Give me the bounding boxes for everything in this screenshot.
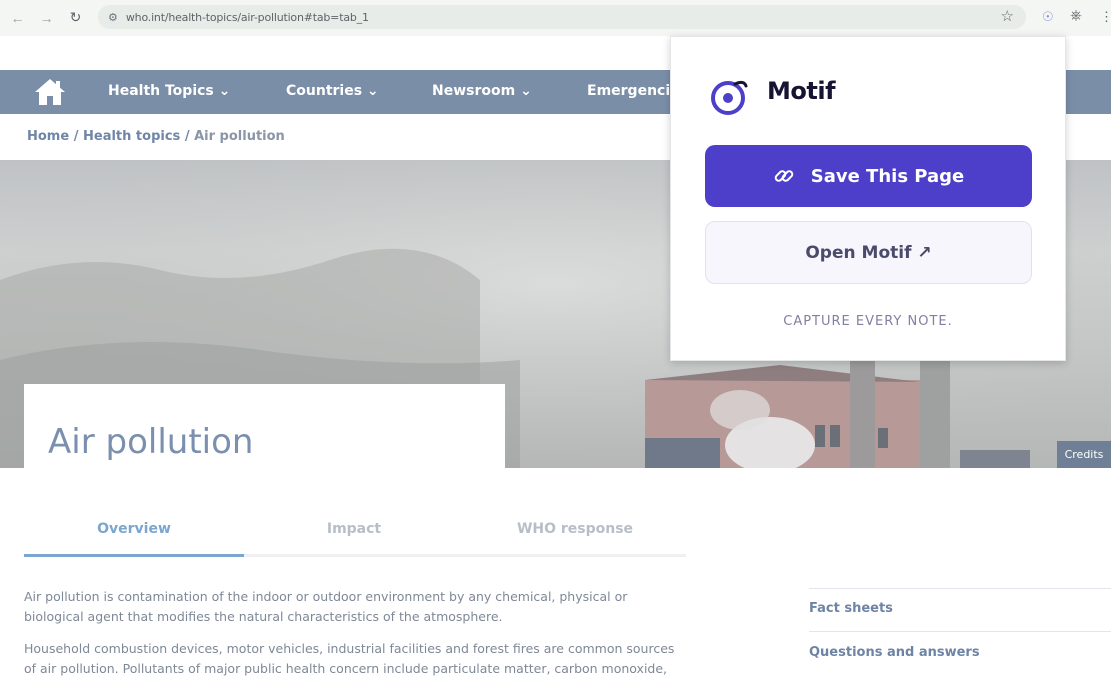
address-bar[interactable]: ⚙ who.int/health-topics/air-pollution#ta… xyxy=(98,5,1026,29)
breadcrumb-current: Air pollution xyxy=(194,129,285,144)
save-this-page-button[interactable]: Save This Page xyxy=(705,145,1032,207)
extensions-puzzle-icon[interactable]: ⎈ xyxy=(1070,7,1082,24)
open-motif-button[interactable]: Open Motif ↗ xyxy=(705,221,1032,284)
overview-paragraph-1: Air pollution is contamination of the in… xyxy=(24,589,628,624)
bookmark-star-icon[interactable]: ☆ xyxy=(1001,7,1014,25)
tab-overview[interactable]: Overview xyxy=(24,521,244,537)
browser-toolbar: ← → ↻ ⚙ who.int/health-topics/air-pollut… xyxy=(0,0,1111,36)
url-text: who.int/health-topics/air-pollution#tab=… xyxy=(125,10,369,24)
tab-impact[interactable]: Impact xyxy=(244,521,464,537)
nav-health-topics[interactable]: Health Topics ⌄ xyxy=(108,83,230,99)
breadcrumb: Home / Health topics / Air pollution xyxy=(27,129,285,144)
overview-paragraph-2: Household combustion devices, motor vehi… xyxy=(24,641,675,676)
credits-button[interactable]: Credits xyxy=(1057,441,1111,468)
motif-brand-name: Motif xyxy=(767,77,836,105)
back-icon[interactable]: ← xyxy=(3,3,32,32)
breadcrumb-home[interactable]: Home xyxy=(27,129,69,144)
home-icon[interactable] xyxy=(33,76,67,108)
motif-logo-icon xyxy=(711,80,748,115)
forward-icon[interactable]: → xyxy=(32,3,61,32)
nav-newsroom[interactable]: Newsroom ⌄ xyxy=(432,83,532,99)
popup-tagline: CAPTURE EVERY NOTE. xyxy=(783,314,953,329)
content-tabs: Overview Impact WHO response xyxy=(24,515,686,557)
active-tab-indicator xyxy=(24,554,244,557)
tab-who-response[interactable]: WHO response xyxy=(465,521,685,537)
page-title: Air pollution xyxy=(48,422,254,462)
motif-extension-icon[interactable]: ☉ xyxy=(1042,9,1054,25)
nav-countries[interactable]: Countries ⌄ xyxy=(286,83,379,99)
motif-extension-popup: Motif Save This Page Open Motif ↗ CAPTUR… xyxy=(670,36,1066,361)
link-icon xyxy=(774,170,794,182)
breadcrumb-health-topics[interactable]: Health topics xyxy=(83,129,180,144)
reload-icon[interactable]: ↻ xyxy=(61,3,90,32)
sidebar-link-fact-sheets[interactable]: Fact sheets xyxy=(809,601,1111,616)
menu-icon[interactable]: ⋮ xyxy=(1100,9,1111,25)
sidebar-divider xyxy=(809,588,1111,589)
page-title-card: Air pollution xyxy=(24,384,505,468)
site-info-icon[interactable]: ⚙ xyxy=(108,11,118,24)
sidebar-divider xyxy=(809,631,1111,632)
nav-emergencies[interactable]: Emergencie xyxy=(587,83,680,99)
sidebar-link-questions-answers[interactable]: Questions and answers xyxy=(809,645,1111,660)
